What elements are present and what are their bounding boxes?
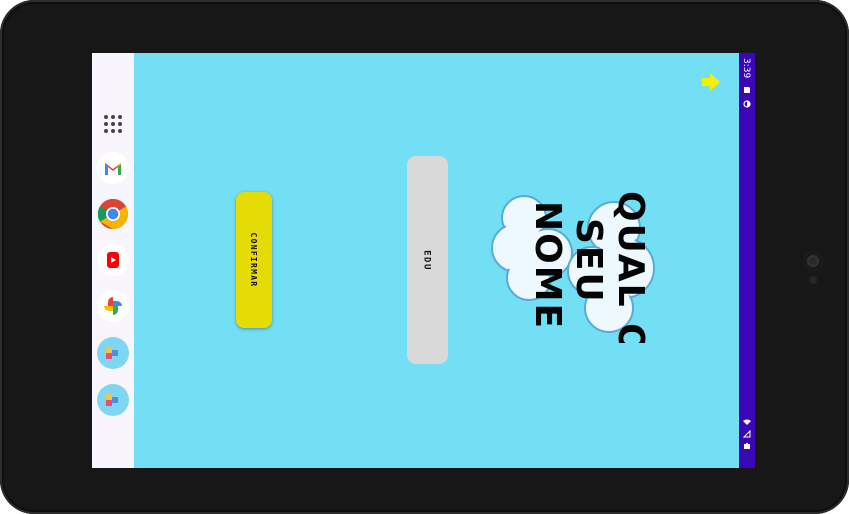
- status-time: 3:39: [741, 58, 751, 79]
- wifi-icon: [743, 419, 751, 425]
- title-line-2: SEU: [568, 218, 609, 304]
- battery-icon: [744, 443, 750, 449]
- chrome-icon[interactable]: [97, 198, 129, 230]
- app-content: CONFIRMAR EDU QUAL O SEU NOME: [134, 53, 739, 468]
- cloud-illustration: QUAL O SEU NOME: [491, 191, 655, 356]
- sensor-dot: [809, 276, 817, 284]
- kids-app-icon[interactable]: [97, 384, 129, 416]
- google-photos-icon[interactable]: [97, 290, 129, 322]
- sim-card-icon: [744, 87, 750, 93]
- title-line-3: NOME: [527, 201, 568, 330]
- name-input-value: EDU: [422, 250, 432, 271]
- yellow-arrow-icon[interactable]: [700, 71, 722, 93]
- screen: CONFIRMAR EDU QUAL O SEU NOME 3:39: [92, 53, 755, 468]
- data-saver-icon: [743, 100, 751, 108]
- title-line-1: QUAL O: [610, 191, 651, 343]
- kids-app-icon[interactable]: [97, 337, 129, 369]
- signal-icon: [743, 430, 751, 438]
- taskbar: [92, 53, 134, 468]
- gmail-icon[interactable]: [97, 152, 129, 184]
- front-camera: [803, 251, 823, 271]
- youtube-icon[interactable]: [97, 244, 129, 276]
- title-heading: QUAL O SEU NOME: [474, 173, 664, 356]
- confirm-button[interactable]: CONFIRMAR: [236, 192, 272, 328]
- name-input[interactable]: EDU: [407, 156, 448, 364]
- app-drawer-icon[interactable]: [97, 108, 129, 140]
- status-bar: 3:39: [739, 53, 755, 468]
- confirm-button-label: CONFIRMAR: [249, 232, 259, 288]
